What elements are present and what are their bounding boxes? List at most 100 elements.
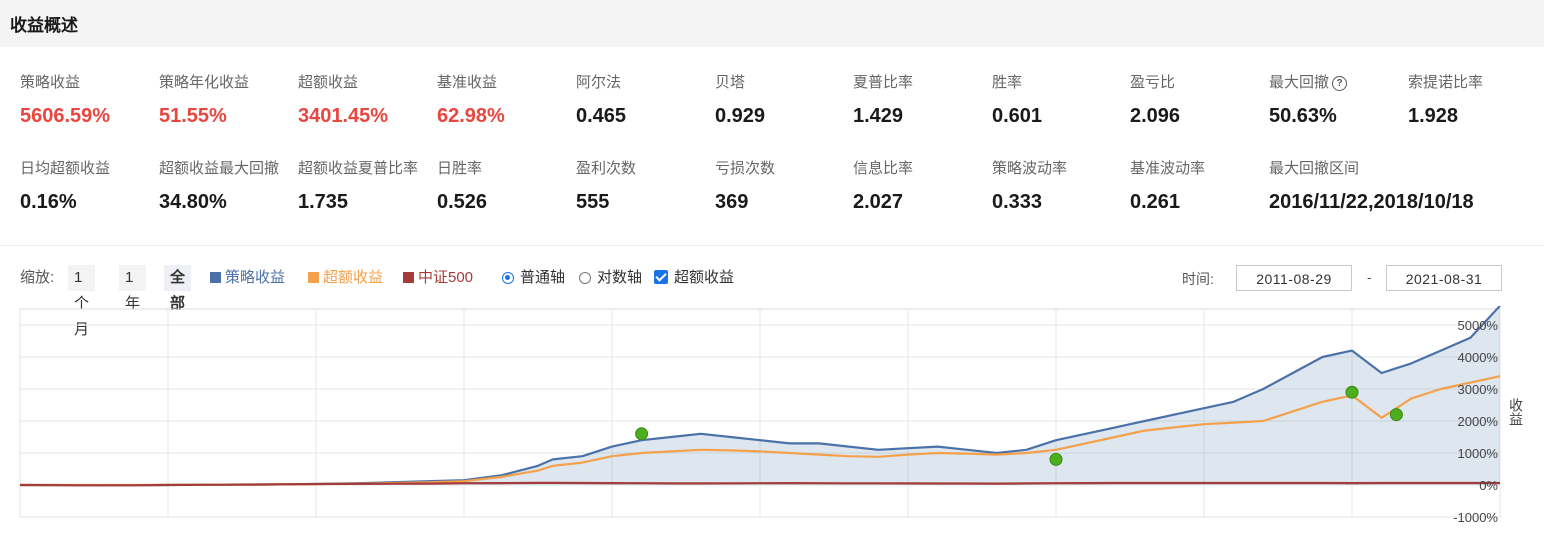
metric-cell: 最大回撤? 50.63% — [1269, 73, 1409, 128]
metric-label: 最大回撤? — [1269, 73, 1409, 93]
metric-label: 亏损次数 — [715, 160, 776, 177]
metric-value: 51.55% — [159, 105, 227, 127]
zoom-all-button[interactable]: 全部 — [164, 265, 192, 312]
radio-checked-icon — [502, 272, 514, 284]
legend-swatch-benchmark — [403, 272, 414, 283]
metric-label: 贝塔 — [715, 74, 746, 91]
metric-label: 盈利次数 — [576, 160, 637, 177]
metric-cell: 亏损次数 369 — [715, 159, 855, 214]
radio-unchecked-icon — [579, 272, 591, 284]
drawdown-marker — [1049, 452, 1063, 466]
date-separator: - — [1367, 269, 1372, 285]
excess-checkbox-label: 超额收益 — [674, 269, 735, 286]
metric-label: 策略收益 — [20, 74, 81, 91]
metric-cell: 超额收益 3401.45% — [298, 73, 438, 128]
metric-cell: 超额收益夏普比率 1.735 — [298, 159, 438, 214]
metric-cell: 胜率 0.601 — [992, 73, 1132, 128]
metric-value: 50.63% — [1269, 105, 1337, 127]
legend-strategy-label: 策略收益 — [225, 269, 286, 286]
metric-value: 0.16% — [20, 191, 77, 213]
y-tick-label: 5000% — [1458, 318, 1499, 333]
help-icon[interactable]: ? — [1332, 76, 1348, 91]
metric-value: 0.601 — [992, 105, 1043, 127]
y-tick-label: 2000% — [1458, 414, 1499, 429]
y-tick-label: 1000% — [1458, 446, 1499, 461]
drawdown-marker — [635, 427, 649, 441]
metric-cell: 策略收益 5606.59% — [20, 73, 160, 128]
checkbox-checked-icon — [654, 270, 668, 284]
legend-benchmark-label: 中证500 — [418, 269, 474, 286]
metric-label: 超额收益 — [298, 74, 359, 91]
metric-cell: 盈利次数 555 — [576, 159, 716, 214]
axis-normal-radio[interactable]: 普通轴 — [502, 263, 565, 293]
legend-excess[interactable]: 超额收益 — [308, 263, 383, 293]
section-title: 收益概述 — [10, 16, 78, 35]
metric-value: 0.333 — [992, 191, 1043, 213]
metric-cell: 超额收益最大回撤 34.80% — [159, 159, 299, 214]
metric-cell: 夏普比率 1.429 — [853, 73, 993, 128]
metric-value: 1.735 — [298, 191, 349, 213]
metric-value: 2016/11/22,2018/10/18 — [1269, 191, 1474, 213]
legend-benchmark[interactable]: 中证500 — [403, 263, 473, 293]
metric-cell: 盈亏比 2.096 — [1130, 73, 1270, 128]
metric-label: 索提诺比率 — [1408, 74, 1484, 91]
metric-label: 日均超额收益 — [20, 160, 111, 177]
metric-label: 最大回撤区间 — [1269, 160, 1360, 177]
zoom-1-year-button[interactable]: 1年 — [119, 265, 146, 312]
legend-swatch-excess — [308, 272, 319, 283]
returns-chart-svg: 5000% 4000% 3000% 2000% 1000% 0% -1000% — [19, 305, 1501, 525]
y-tick-label: -1000% — [1453, 510, 1498, 525]
metric-cell: 日均超额收益 0.16% — [20, 159, 160, 214]
metric-cell: 基准收益 62.98% — [437, 73, 577, 128]
metric-value: 0.465 — [576, 105, 627, 127]
metric-cell: 索提诺比率 1.928 — [1408, 73, 1544, 128]
drawdown-marker — [1345, 385, 1359, 399]
y-tick-label: 3000% — [1458, 382, 1499, 397]
metric-label: 策略年化收益 — [159, 74, 250, 91]
axis-log-label: 对数轴 — [597, 269, 643, 286]
metric-cell: 最大回撤区间 2016/11/22,2018/10/18 — [1269, 159, 1529, 214]
metric-label: 盈亏比 — [1130, 74, 1176, 91]
metric-cell: 贝塔 0.929 — [715, 73, 855, 128]
drawdown-marker — [1389, 408, 1403, 422]
time-label: 时间: — [1182, 271, 1214, 287]
metric-label: 夏普比率 — [853, 74, 914, 91]
date-to-input[interactable]: 2021-08-31 — [1386, 265, 1502, 291]
metric-value: 0.929 — [715, 105, 766, 127]
metric-label: 阿尔法 — [576, 74, 622, 91]
metric-label: 超额收益夏普比率 — [298, 160, 419, 177]
date-from-input[interactable]: 2011-08-29 — [1236, 265, 1352, 291]
metric-cell: 信息比率 2.027 — [853, 159, 993, 214]
metric-value: 1.928 — [1408, 105, 1459, 127]
returns-chart[interactable]: 5000% 4000% 3000% 2000% 1000% 0% -1000% — [0, 305, 1544, 535]
metric-value: 3401.45% — [298, 105, 389, 127]
metric-label: 超额收益最大回撤 — [159, 160, 280, 177]
metric-value: 1.429 — [853, 105, 904, 127]
metric-value: 2.027 — [853, 191, 904, 213]
zoom-label: 缩放: — [20, 269, 55, 286]
metric-value: 5606.59% — [20, 105, 111, 127]
legend-strategy[interactable]: 策略收益 — [210, 263, 285, 293]
metric-label: 日胜率 — [437, 160, 483, 177]
metric-cell: 基准波动率 0.261 — [1130, 159, 1270, 214]
metric-value: 0.261 — [1130, 191, 1181, 213]
metric-cell: 日胜率 0.526 — [437, 159, 577, 214]
metric-cell: 阿尔法 0.465 — [576, 73, 716, 128]
axis-log-radio[interactable]: 对数轴 — [579, 263, 642, 293]
metric-value: 34.80% — [159, 191, 227, 213]
metric-label: 基准收益 — [437, 74, 498, 91]
metric-label: 基准波动率 — [1130, 160, 1206, 177]
metric-value: 369 — [715, 191, 749, 213]
divider — [0, 245, 1544, 246]
axis-normal-label: 普通轴 — [520, 269, 566, 286]
metric-label: 胜率 — [992, 74, 1023, 91]
metric-label: 信息比率 — [853, 160, 914, 177]
legend-swatch-strategy — [210, 272, 221, 283]
excess-checkbox[interactable]: 超额收益 — [654, 263, 734, 293]
legend-excess-label: 超额收益 — [323, 269, 384, 286]
zoom-1-month-button[interactable]: 1个月 — [68, 265, 95, 338]
metric-label: 策略波动率 — [992, 160, 1068, 177]
y-tick-label: 4000% — [1458, 350, 1499, 365]
metric-value: 0.526 — [437, 191, 488, 213]
metric-value: 62.98% — [437, 105, 505, 127]
